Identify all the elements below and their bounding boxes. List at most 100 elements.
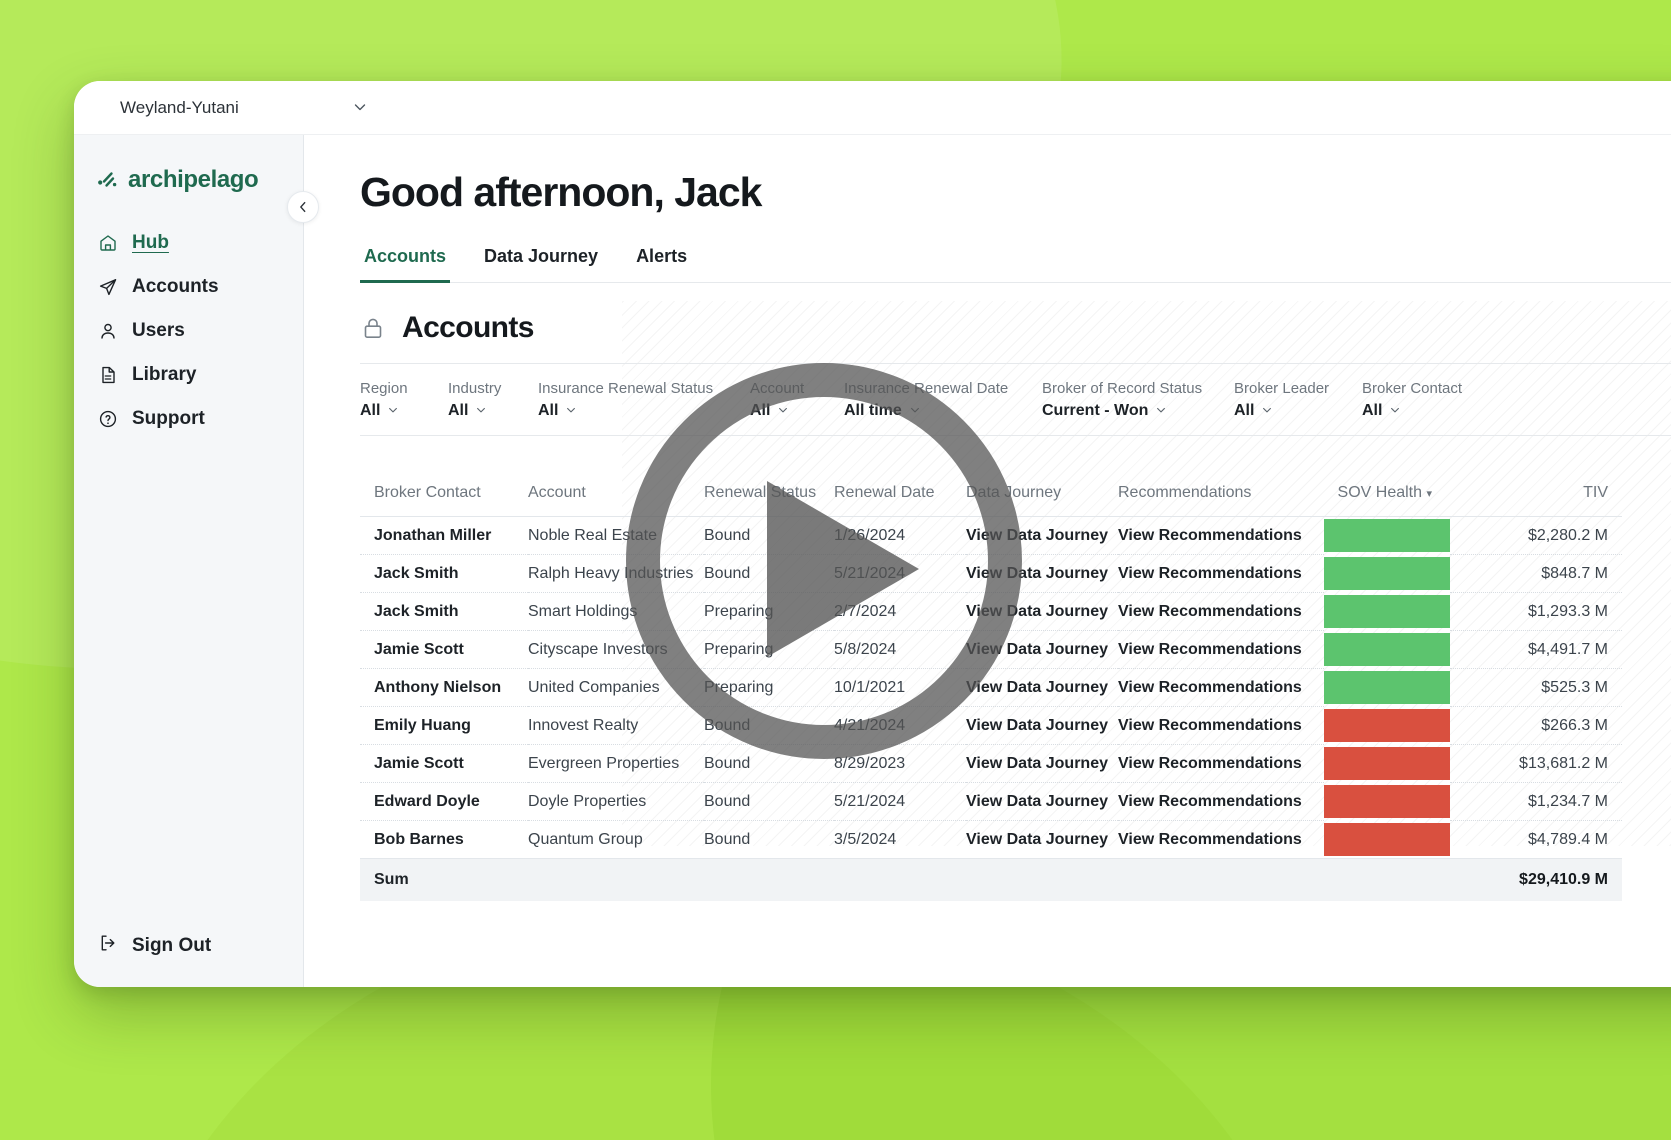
view-recommendations-link[interactable]: View Recommendations — [1118, 630, 1324, 669]
cell-tiv: $4,491.7 M — [1450, 630, 1622, 669]
table-foot: Sum $29,410.9 M — [360, 858, 1622, 901]
filter-value: All — [538, 402, 559, 419]
filter-dropdown[interactable]: All — [360, 402, 426, 420]
column-header-broker-contact[interactable]: Broker Contact — [360, 484, 528, 517]
filter-label: Broker of Record Status — [1042, 380, 1203, 397]
filter-insurance-renewal-date: Insurance Renewal Date All time — [844, 380, 1042, 420]
sov-health-swatch — [1324, 709, 1450, 742]
view-data-journey-link[interactable]: View Data Journey — [966, 516, 1118, 555]
table-row[interactable]: Edward Doyle Doyle Properties Bound 5/21/20… — [360, 782, 1622, 821]
filter-label: Account — [750, 380, 805, 397]
cell-tiv: $848.7 M — [1450, 554, 1622, 593]
table-row[interactable]: Jonathan Miller Noble Real Estate Bound 1/2… — [360, 516, 1622, 555]
view-data-journey-link[interactable]: View Data Journey — [966, 592, 1118, 631]
sum-empty-rec — [1118, 858, 1324, 901]
view-recommendations-link[interactable]: View Recommendations — [1118, 706, 1324, 745]
sidebar-item-label: Accounts — [132, 276, 219, 297]
sidebar-item-support[interactable]: Support — [74, 397, 303, 441]
filter-dropdown[interactable]: All — [538, 402, 728, 420]
table-row[interactable]: Jack Smith Smart Holdings Preparing 2/7/202… — [360, 592, 1622, 631]
sidebar-item-users[interactable]: Users — [74, 309, 303, 353]
chevron-down-icon — [475, 404, 487, 419]
page-title: Good afternoon, Jack — [360, 169, 762, 215]
view-data-journey-link[interactable]: View Data Journey — [966, 782, 1118, 821]
tab-bar: Accounts Data Journey Alerts — [360, 246, 1671, 283]
column-header-renewal-status[interactable]: Renewal Status — [704, 484, 834, 517]
sum-empty-sov — [1324, 858, 1450, 901]
sidebar-item-accounts[interactable]: Accounts — [74, 265, 303, 309]
column-header-renewal-date[interactable]: Renewal Date — [834, 484, 966, 517]
view-data-journey-link[interactable]: View Data Journey — [966, 554, 1118, 593]
view-data-journey-link[interactable]: View Data Journey — [966, 668, 1118, 707]
cell-sov-health — [1324, 745, 1450, 783]
filter-dropdown[interactable]: All — [1234, 402, 1340, 420]
table-head: Broker Contact Account Renewal Status Re… — [360, 484, 1622, 517]
sidebar-item-hub[interactable]: Hub — [74, 221, 303, 265]
sov-health-swatch — [1324, 671, 1450, 704]
filter-label: Broker Leader — [1234, 380, 1330, 397]
column-header-account[interactable]: Account — [528, 484, 704, 517]
cell-account: United Companies — [528, 668, 704, 707]
cell-tiv: $13,681.2 M — [1450, 744, 1622, 783]
column-header-sov-health[interactable]: SOV Health ▾ — [1324, 484, 1450, 517]
view-recommendations-link[interactable]: View Recommendations — [1118, 668, 1324, 707]
sov-health-swatch — [1324, 557, 1450, 590]
tab-data-journey[interactable]: Data Journey — [480, 246, 602, 283]
filter-dropdown[interactable]: Current - Won — [1042, 402, 1212, 420]
filter-dropdown[interactable]: All — [1362, 402, 1480, 420]
view-recommendations-link[interactable]: View Recommendations — [1118, 592, 1324, 631]
sum-tiv-value: $29,410.9 M — [1450, 858, 1622, 901]
cell-broker-contact: Jack Smith — [360, 592, 528, 631]
view-recommendations-link[interactable]: View Recommendations — [1118, 516, 1324, 555]
sidebar-item-library[interactable]: Library — [74, 353, 303, 397]
table-row[interactable]: Jack Smith Ralph Heavy Industries Bound 5/2… — [360, 554, 1622, 593]
lock-icon — [360, 315, 386, 341]
table-row[interactable]: Anthony Nielson United Companies Preparing… — [360, 668, 1622, 707]
cell-sov-health — [1324, 517, 1450, 555]
filter-dropdown[interactable]: All — [448, 402, 516, 420]
cell-tiv: $1,234.7 M — [1450, 782, 1622, 821]
view-recommendations-link[interactable]: View Recommendations — [1118, 554, 1324, 593]
table-row[interactable]: Jamie Scott Cityscape Investors Preparing 5… — [360, 630, 1622, 669]
cell-sov-health — [1324, 593, 1450, 631]
cell-broker-contact: Anthony Nielson — [360, 668, 528, 707]
accounts-table-wrap: Broker Contact Account Renewal Status Re… — [360, 484, 1671, 901]
org-selector[interactable]: Weyland-Yutani — [98, 88, 384, 128]
view-recommendations-link[interactable]: View Recommendations — [1118, 820, 1324, 859]
view-recommendations-link[interactable]: View Recommendations — [1118, 744, 1324, 783]
table-row[interactable]: Bob Barnes Quantum Group Bound 3/5/2024 View… — [360, 820, 1622, 859]
cell-renewal-date: 10/1/2021 — [834, 668, 966, 707]
cell-renewal-date: 5/21/2024 — [834, 554, 966, 593]
sum-empty-date — [834, 858, 966, 901]
table-row[interactable]: Jamie Scott Evergreen Properties Bound 8/29… — [360, 744, 1622, 783]
view-data-journey-link[interactable]: View Data Journey — [966, 820, 1118, 859]
filter-label: Insurance Renewal Status — [538, 380, 714, 397]
column-header-data-journey[interactable]: Data Journey — [966, 484, 1118, 517]
send-icon — [98, 277, 118, 297]
table-row[interactable]: Emily Huang Innovest Realty Bound 4/21/2024… — [360, 706, 1622, 745]
filter-value: All — [360, 402, 381, 419]
cell-renewal-status: Bound — [704, 554, 834, 593]
question-circle-icon — [98, 409, 118, 429]
column-header-recommendations[interactable]: Recommendations — [1118, 484, 1324, 517]
cell-tiv: $2,280.2 M — [1450, 516, 1622, 555]
sidebar-collapse-button[interactable] — [287, 191, 319, 223]
tab-accounts[interactable]: Accounts — [360, 246, 451, 283]
app-window: Weyland-Yutani archipelago Hub Accounts … — [74, 81, 1671, 987]
brand-name: archipelago — [128, 166, 259, 193]
view-data-journey-link[interactable]: View Data Journey — [966, 744, 1118, 783]
view-data-journey-link[interactable]: View Data Journey — [966, 630, 1118, 669]
tab-alerts[interactable]: Alerts — [632, 246, 691, 283]
filter-dropdown[interactable]: All — [750, 402, 822, 420]
cell-renewal-status: Preparing — [704, 668, 834, 707]
filter-dropdown[interactable]: All time — [844, 402, 1020, 420]
cell-account: Innovest Realty — [528, 706, 704, 745]
view-recommendations-link[interactable]: View Recommendations — [1118, 782, 1324, 821]
chevron-down-icon — [1389, 404, 1401, 419]
column-header-tiv[interactable]: TIV — [1450, 484, 1622, 517]
sign-out-button[interactable]: Sign Out — [74, 919, 303, 987]
org-selector-label: Weyland-Yutani — [120, 97, 239, 117]
sum-empty-dj — [966, 858, 1118, 901]
view-data-journey-link[interactable]: View Data Journey — [966, 706, 1118, 745]
